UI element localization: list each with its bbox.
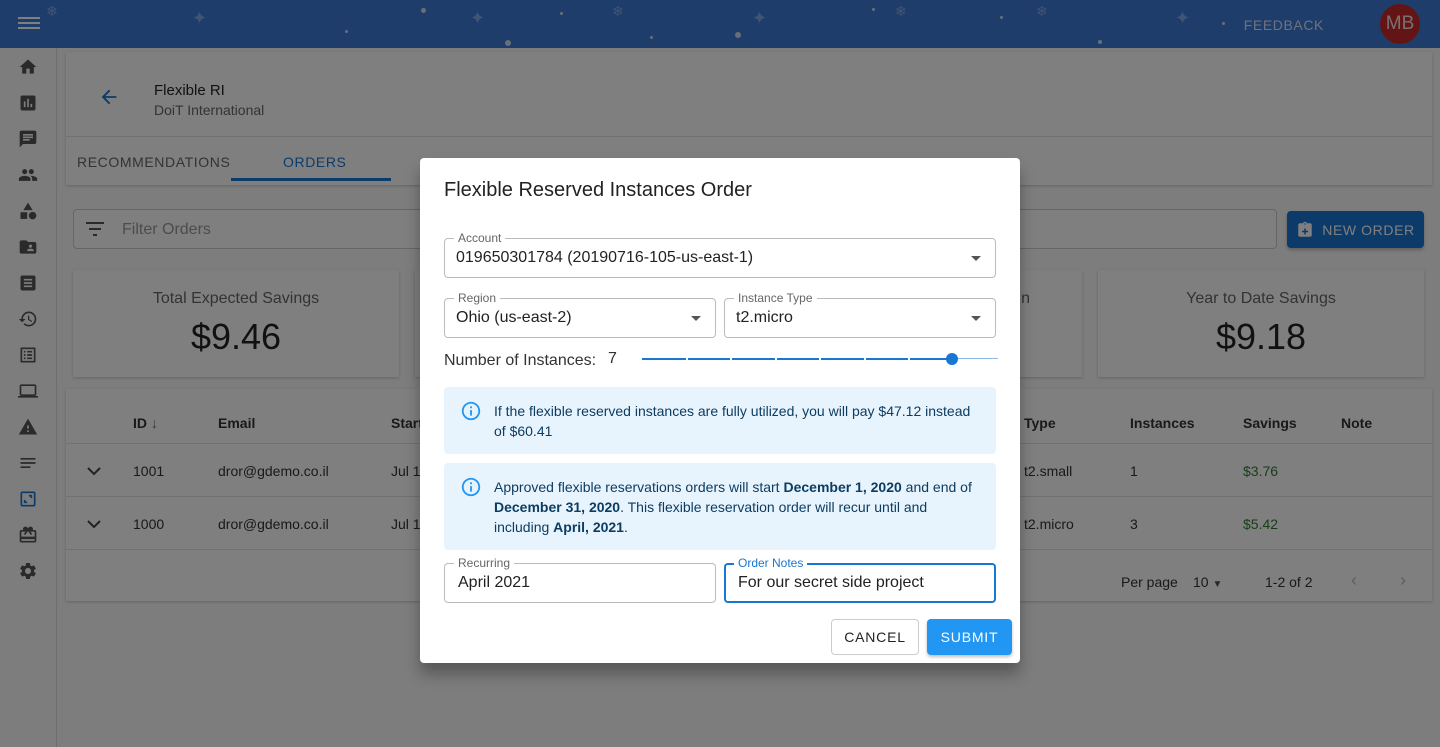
end-date: December 31, 2020 <box>494 499 621 515</box>
cancel-button[interactable]: CANCEL <box>831 619 919 655</box>
info-text-part: and end of <box>901 479 972 495</box>
region-value: Ohio (us-east-2) <box>456 309 572 326</box>
slider-tick <box>775 357 777 361</box>
slider-tick <box>819 357 821 361</box>
schedule-info-alert: Approved flexible reservations orders wi… <box>444 463 996 550</box>
cost-info-alert: If the flexible reserved instances are f… <box>444 387 996 454</box>
instances-slider[interactable] <box>642 353 998 365</box>
dialog-title: Flexible Reserved Instances Order <box>444 179 752 201</box>
instances-value: 7 <box>608 350 617 367</box>
recurring-value: April 2021 <box>458 574 531 591</box>
schedule-info-text: Approved flexible reservations orders wi… <box>494 477 982 537</box>
cost-info-text: If the flexible reserved instances are f… <box>494 403 971 439</box>
instance-type-select[interactable]: Instance Type t2.micro <box>724 291 996 338</box>
instance-type-value: t2.micro <box>736 309 793 326</box>
start-date: December 1, 2020 <box>783 479 902 495</box>
account-value: 019650301784 (20190716-105-us-east-1) <box>456 249 754 266</box>
instances-label: Number of Instances: <box>444 352 597 369</box>
region-select[interactable]: Region Ohio (us-east-2) <box>444 291 716 338</box>
recurring-field[interactable]: Recurring April 2021 <box>444 556 716 603</box>
recurring-label: Recurring <box>454 556 515 570</box>
recur-until-date: April, 2021 <box>553 519 624 535</box>
dropdown-arrow-icon <box>971 316 981 321</box>
info-text-part: Approved flexible reservations orders wi… <box>494 479 784 495</box>
dropdown-arrow-icon <box>691 316 701 321</box>
order-dialog: Flexible Reserved Instances Order Accoun… <box>420 158 1020 663</box>
dropdown-arrow-icon <box>971 256 981 261</box>
order-notes-label: Order Notes <box>734 556 808 570</box>
slider-tick <box>864 357 866 361</box>
info-icon <box>461 401 481 421</box>
info-icon <box>461 477 481 497</box>
slider-thumb[interactable] <box>946 353 958 365</box>
slider-track <box>642 358 952 360</box>
submit-button[interactable]: SUBMIT <box>927 619 1012 655</box>
slider-tick <box>730 357 732 361</box>
slider-tick <box>686 357 688 361</box>
order-notes-value: For our secret side project <box>738 574 924 591</box>
region-label: Region <box>454 291 501 305</box>
slider-tick <box>908 357 910 361</box>
info-text-part: . <box>623 519 628 535</box>
account-label: Account <box>454 231 506 245</box>
instance-type-label: Instance Type <box>734 291 817 305</box>
slider-rail <box>952 358 998 359</box>
order-notes-input[interactable]: Order Notes For our secret side project <box>724 556 996 603</box>
account-select[interactable]: Account 019650301784 (20190716-105-us-ea… <box>444 231 996 278</box>
